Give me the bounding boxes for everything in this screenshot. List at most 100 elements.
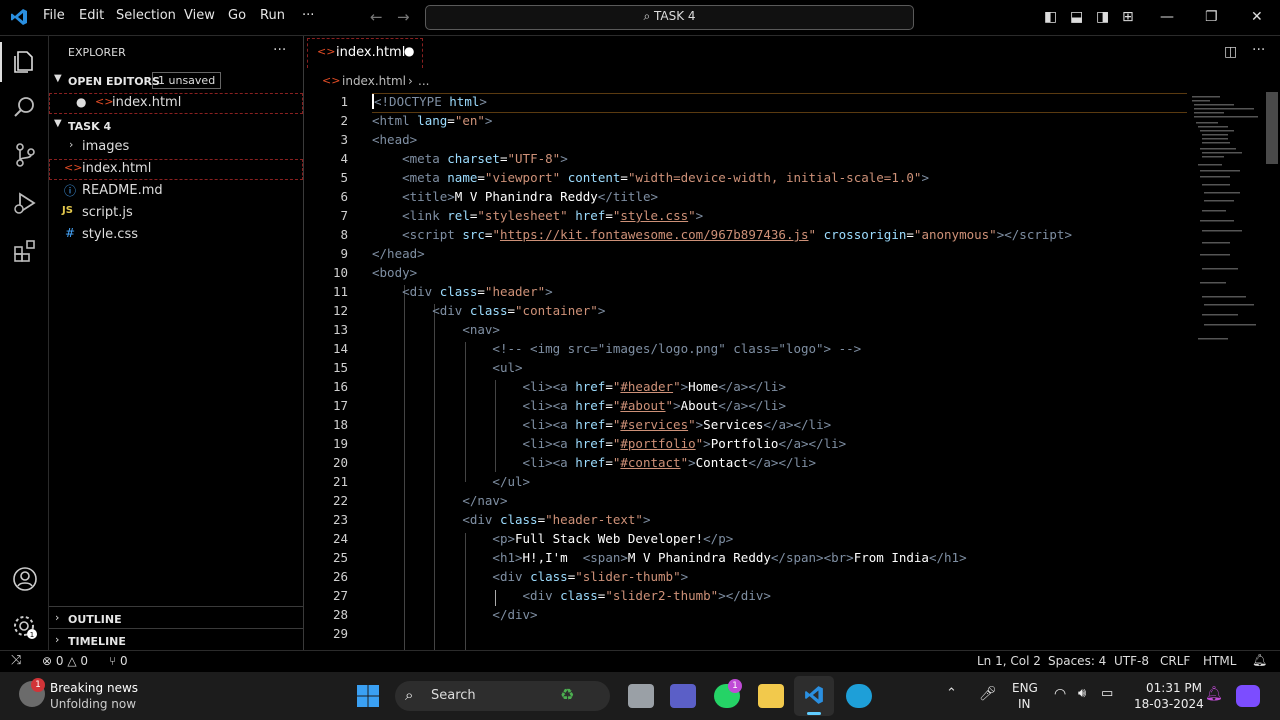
news-subtitle[interactable]: Unfolding now (50, 697, 136, 711)
sidebar-title: EXPLORER (68, 46, 126, 59)
forward-arrow-icon[interactable]: → (397, 8, 410, 26)
edge-browser-icon[interactable] (846, 684, 872, 708)
windows-start-icon[interactable] (356, 684, 380, 708)
toggle-primary-sidebar-icon[interactable]: ◧ (1044, 9, 1057, 25)
toggle-secondary-sidebar-icon[interactable]: ◨ (1096, 9, 1109, 25)
menu-selection[interactable]: Selection (116, 8, 176, 23)
code-line: <body> (372, 265, 418, 280)
indentation[interactable]: Spaces: 4 (1048, 654, 1106, 668)
wifi-icon[interactable]: ◠ (1054, 686, 1066, 702)
taskbar-search-box[interactable]: ⌕ Search ♻︎ (395, 681, 610, 711)
remote-icon[interactable]: ⤨ (11, 653, 21, 668)
code-line: <meta charset="UTF-8"> (402, 151, 568, 166)
breadcrumb-file[interactable]: index.html (342, 74, 406, 88)
minimize-icon[interactable]: — (1160, 9, 1174, 25)
line-number: 6 (340, 189, 348, 204)
line-number: 24 (332, 531, 348, 546)
code-editor[interactable]: 1 2 3 4 5 6 7 8 9 10 11 12 13 14 15 16 17 18 19 20 21 22 23 24 2… (304, 90, 1280, 650)
file-tree-item[interactable]: JS script.js (49, 203, 303, 223)
code-line: <li><a href="#portfolio">Portfolio</a></… (522, 436, 847, 451)
toggle-panel-icon[interactable]: ⬓ (1070, 9, 1083, 25)
notification-bell-icon[interactable]: 🔔︎ (1205, 686, 1223, 702)
search-label: Search (431, 688, 476, 703)
copilot-icon[interactable] (1236, 685, 1260, 707)
folder-header[interactable]: ▼ TASK 4 (49, 116, 303, 136)
explorer-sidebar: EXPLORER ··· ▼ OPEN EDITORS 1 unsaved ● … (49, 36, 304, 650)
news-title[interactable]: Breaking news (50, 681, 138, 695)
file-tree-item[interactable]: # style.css (49, 225, 303, 245)
file-tree-item[interactable]: <> index.html (49, 159, 303, 180)
file-name: README.md (82, 183, 163, 198)
clock-date[interactable]: 18-03-2024 (1134, 697, 1204, 711)
open-editors-label: OPEN EDITORS (68, 75, 160, 88)
run-debug-icon[interactable] (12, 190, 38, 216)
line-number: 9 (340, 246, 348, 261)
code-line: <div class="slider-thumb"> (492, 569, 689, 584)
divider (49, 628, 303, 629)
menu-edit[interactable]: Edit (79, 8, 104, 23)
problems-indicator[interactable]: ⊗ 0 △ 0 (42, 654, 88, 668)
file-tree-item[interactable]: › images (49, 137, 303, 157)
line-number: 17 (332, 398, 348, 413)
menu-view[interactable]: View (184, 8, 215, 23)
timeline-header[interactable]: › TIMELINE (49, 630, 303, 650)
close-window-icon[interactable]: ✕ (1251, 9, 1263, 25)
line-number: 28 (332, 607, 348, 622)
command-center[interactable]: ⌕ TASK 4 (425, 5, 914, 30)
minimap[interactable] (1190, 92, 1265, 362)
battery-icon[interactable]: ▭ (1101, 686, 1113, 701)
notifications-bell-icon[interactable]: 🔔︎ (1252, 653, 1267, 667)
line-number: 4 (340, 151, 348, 166)
volume-icon[interactable]: 🔊︎ (1078, 686, 1086, 701)
account-icon[interactable] (12, 566, 38, 592)
microphone-icon[interactable]: 🎤︎ (979, 686, 997, 702)
menu-go[interactable]: Go (228, 8, 246, 23)
extensions-icon[interactable] (12, 238, 38, 264)
encoding[interactable]: UTF-8 (1114, 654, 1149, 668)
chevron-up-icon[interactable]: ⌃ (946, 686, 957, 701)
search-icon[interactable] (12, 94, 38, 120)
open-editor-filename: index.html (112, 95, 182, 110)
split-editor-icon[interactable]: ◫ (1224, 44, 1237, 60)
vscode-taskbar-button[interactable] (794, 676, 834, 716)
restore-icon[interactable]: ❐ (1205, 9, 1218, 25)
ports-indicator[interactable]: ⑂ 0 (109, 654, 128, 668)
vertical-scrollbar[interactable] (1266, 92, 1278, 164)
menu-run[interactable]: Run (260, 8, 285, 23)
manage-gear-icon[interactable]: 1 (12, 614, 38, 640)
teams-icon[interactable] (670, 684, 696, 708)
menu-file[interactable]: File (43, 8, 65, 23)
open-editors-header[interactable]: ▼ OPEN EDITORS 1 unsaved (49, 71, 303, 91)
open-editor-item[interactable]: ● <> index.html (49, 93, 303, 114)
file-explorer-icon[interactable] (758, 684, 784, 708)
language-bottom[interactable]: IN (1018, 697, 1031, 711)
error-icon: ⊗ (42, 654, 53, 668)
outline-header[interactable]: › OUTLINE (49, 608, 303, 628)
vscode-logo-icon (10, 8, 28, 26)
back-arrow-icon[interactable]: ← (370, 8, 383, 26)
cursor-position[interactable]: Ln 1, Col 2 (977, 654, 1041, 668)
language-top[interactable]: ENG (1012, 681, 1038, 695)
breadcrumb-more[interactable]: ... (418, 74, 429, 88)
recycle-highlight-icon: ♻︎ (560, 685, 575, 704)
code-line: <li><a href="#about">About</a></li> (522, 398, 786, 413)
current-line-highlight (372, 93, 1187, 113)
menu-more[interactable]: ··· (302, 8, 314, 23)
end-of-line[interactable]: CRLF (1160, 654, 1190, 668)
active-app-indicator (807, 712, 821, 715)
explorer-icon[interactable] (12, 48, 38, 74)
unsaved-dot-icon[interactable]: ● (404, 44, 414, 58)
line-number: 1 (340, 94, 348, 109)
more-actions-icon[interactable]: ··· (1252, 42, 1265, 58)
code-line: <!DOCTYPE html> (372, 94, 487, 109)
task-view-icon[interactable] (628, 684, 654, 708)
editor-tab-index-html[interactable]: <> index.html ● (307, 38, 423, 68)
code-line: <nav> (462, 322, 500, 337)
source-control-icon[interactable] (12, 142, 38, 168)
language-mode[interactable]: HTML (1203, 654, 1236, 668)
more-actions-icon[interactable]: ··· (273, 42, 286, 58)
clock-time[interactable]: 01:31 PM (1146, 681, 1202, 695)
file-tree-item[interactable]: ⓘ README.md (49, 181, 303, 201)
code-line: <!-- <img src="images/logo.png" class="l… (492, 341, 862, 356)
customize-layout-icon[interactable]: ⊞ (1122, 9, 1134, 25)
